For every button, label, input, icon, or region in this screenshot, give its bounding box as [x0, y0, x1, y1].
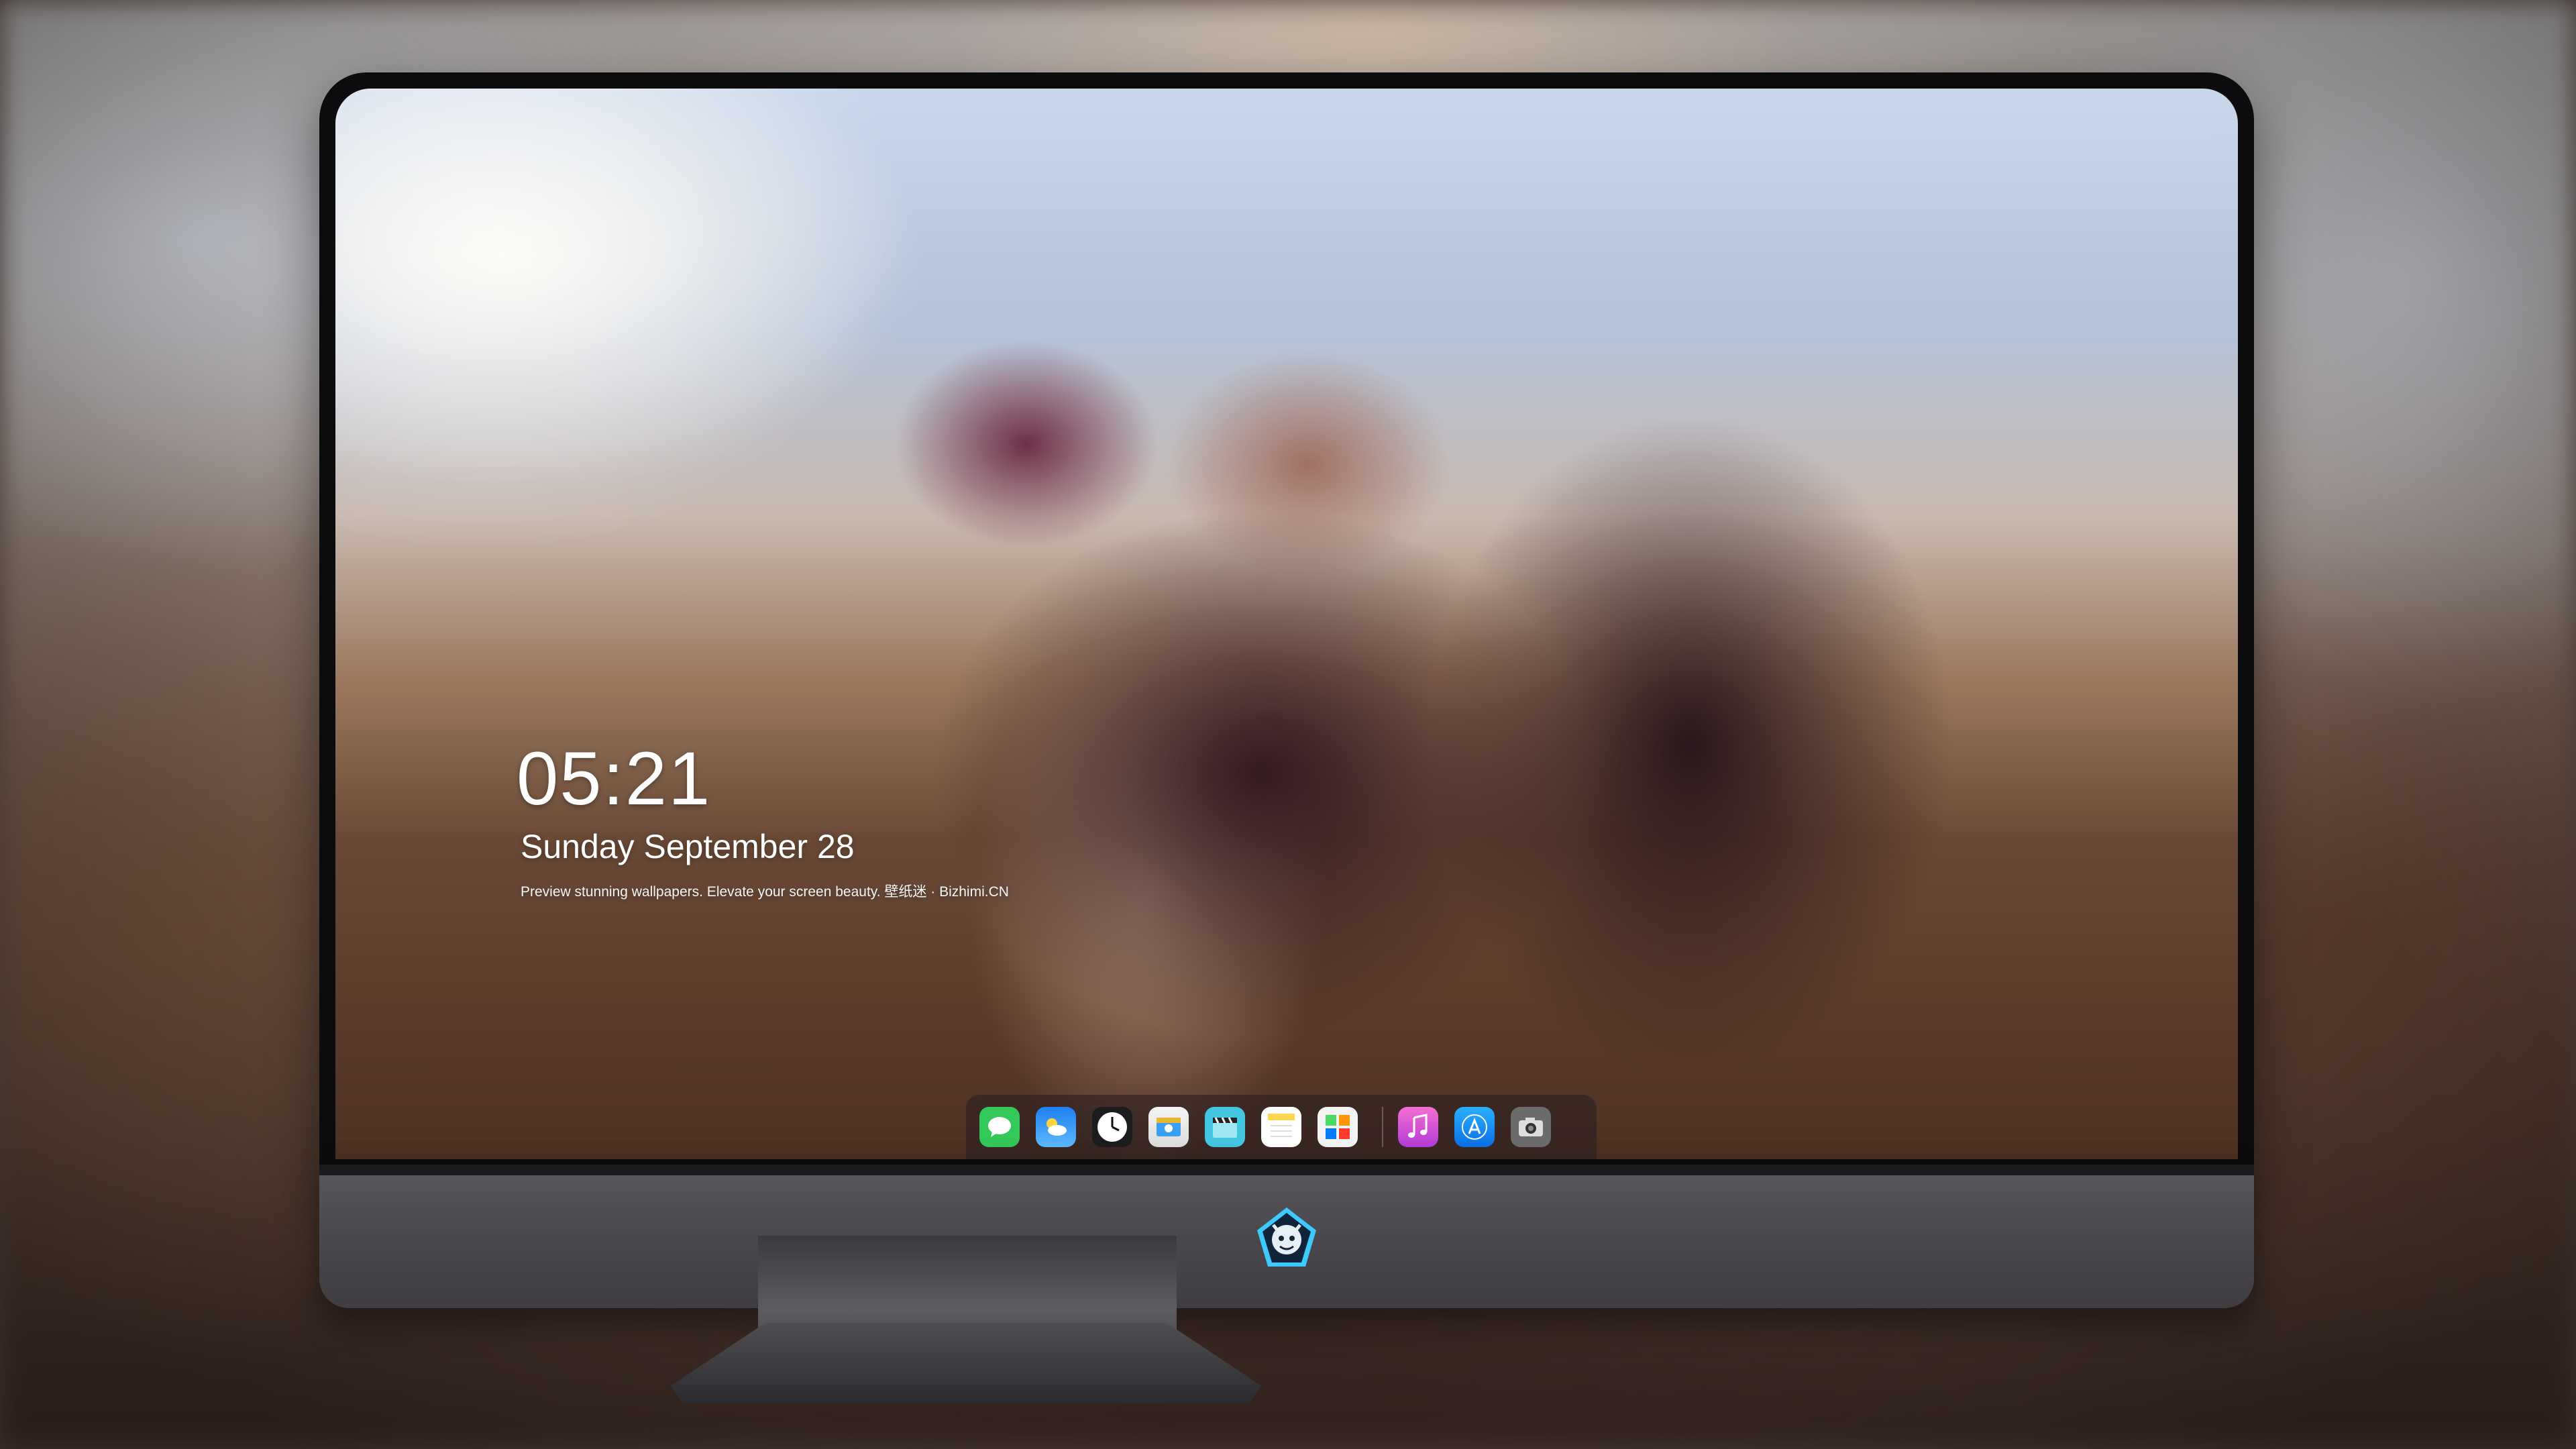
dock — [966, 1095, 1597, 1159]
messages-icon[interactable] — [979, 1107, 1020, 1147]
monitor-chin — [319, 1165, 2254, 1308]
dock-separator — [1382, 1107, 1383, 1147]
weather-icon[interactable] — [1036, 1107, 1076, 1147]
mascot-logo-icon — [1253, 1205, 1320, 1272]
clock-icon[interactable] — [1092, 1107, 1132, 1147]
chin-edge — [319, 1165, 2254, 1175]
camera-icon[interactable] — [1511, 1107, 1551, 1147]
app-store-icon[interactable] — [1454, 1107, 1495, 1147]
monitor-bezel: 05:21 Sunday September 28 Preview stunni… — [319, 72, 2254, 1170]
notes-icon[interactable] — [1261, 1107, 1301, 1147]
lockscreen-info: 05:21 Sunday September 28 Preview stunni… — [517, 739, 1009, 902]
clock-time: 05:21 — [517, 737, 712, 820]
clock-date: Sunday September 28 — [521, 828, 855, 865]
clapperboard-icon[interactable] — [1205, 1107, 1245, 1147]
monitor-foot — [671, 1323, 1261, 1403]
preview-icon[interactable] — [1148, 1107, 1189, 1147]
monitor: 05:21 Sunday September 28 Preview stunni… — [319, 72, 2254, 1308]
music-note-icon[interactable] — [1398, 1107, 1438, 1147]
lock-screen[interactable]: 05:21 Sunday September 28 Preview stunni… — [335, 89, 2238, 1159]
photo-grid-icon[interactable] — [1318, 1107, 1358, 1147]
wallpaper-caption: Preview stunning wallpapers. Elevate you… — [521, 884, 1009, 900]
wallpaper-glare — [335, 89, 2238, 1159]
